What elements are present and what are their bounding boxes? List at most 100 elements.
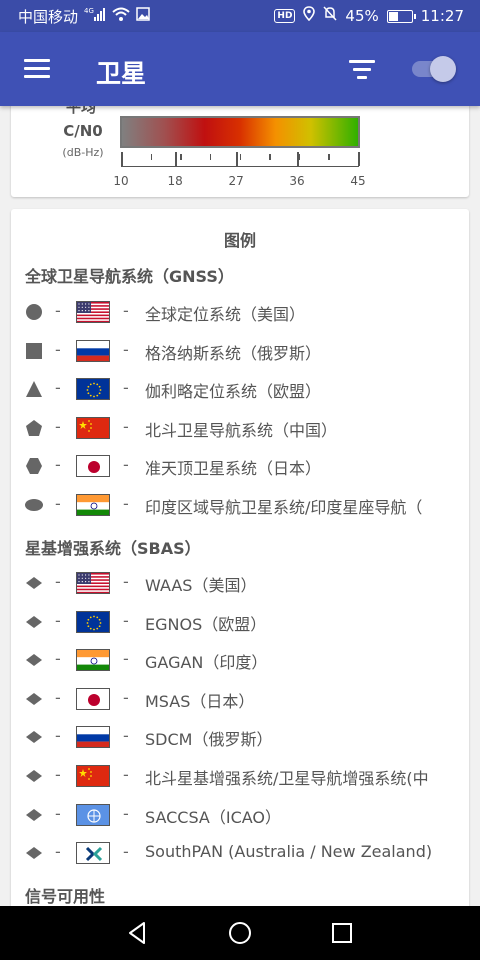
- legend-row: - - 印度区域导航卫星系统/印度星座导航（: [11, 488, 469, 524]
- separator: -: [55, 301, 61, 320]
- cn0-minor-tick: [269, 154, 271, 160]
- cn0-minor-tick: [298, 154, 301, 160]
- legend-label: WAAS（美国）: [145, 576, 257, 595]
- separator: -: [55, 803, 61, 823]
- cn0-axis: [121, 166, 359, 167]
- diamond-shape-icon: [25, 574, 43, 592]
- separator: -: [123, 649, 129, 669]
- diamond-shape-icon: [25, 767, 43, 785]
- cn0-minor-tick: [239, 154, 241, 160]
- legend-row: - - GAGAN（印度）: [11, 643, 469, 679]
- hd-icon: HD: [274, 9, 296, 23]
- diamond-shape-icon: [25, 806, 43, 824]
- separator: -: [55, 765, 61, 784]
- home-icon[interactable]: [225, 918, 255, 948]
- separator: -: [55, 649, 61, 669]
- legend-label: 全球定位系统（美国）: [145, 305, 306, 324]
- legend-label: 准天顶卫星系统（日本）: [145, 459, 322, 479]
- legend-label: SouthPAN (Australia / New Zealand): [145, 842, 433, 862]
- cn0-major-tick: [297, 152, 299, 166]
- carrier-name: 中国移动: [18, 8, 79, 26]
- legend-label: EGNOS（欧盟）: [145, 614, 267, 634]
- filter-icon[interactable]: [349, 60, 375, 80]
- image-icon: [136, 7, 150, 26]
- status-bar: 中国移动 4G HD 45% 11:27: [0, 0, 480, 32]
- cn0-unit: (dB-Hz): [62, 146, 104, 159]
- diamond-shape-icon: [25, 844, 43, 862]
- cn0-card: 平均 C/N0 (dB-Hz) 10 18 27 36 45: [11, 92, 469, 197]
- diamond-shape-icon: [25, 690, 43, 708]
- separator: -: [123, 378, 129, 398]
- flag-china-icon: [76, 416, 110, 439]
- battery-icon: [386, 9, 416, 23]
- circle-shape-icon: [25, 303, 43, 321]
- separator: -: [123, 765, 129, 784]
- legend-label: 格洛纳斯系统（俄罗斯）: [145, 343, 322, 363]
- hexagon-shape-icon: [25, 457, 43, 475]
- wifi-icon: [112, 7, 130, 26]
- legend-label: SACCSA（ICAO）: [145, 807, 282, 827]
- diamond-shape-icon: [25, 613, 43, 631]
- cn0-major-tick: [175, 152, 177, 166]
- legend-row: - - EGNOS（欧盟）: [11, 605, 469, 641]
- flag-usa-icon: [76, 301, 110, 323]
- diamond-shape-icon: [25, 728, 43, 746]
- separator: -: [123, 339, 129, 359]
- flag-usa-icon: [76, 572, 110, 594]
- separator: -: [55, 572, 61, 591]
- legend-row: - - 北斗卫星导航系统（中国）: [11, 411, 469, 447]
- cn0-tick-label: 45: [350, 174, 366, 188]
- cn0-tick-label: 10: [113, 174, 129, 188]
- separator: -: [123, 301, 129, 320]
- legend-card: 图例 全球卫星导航系统（GNSS） - - 全球定位系统（美国） - - 格洛纳斯系统（俄…: [11, 209, 469, 909]
- mute-icon: [323, 6, 337, 26]
- oval-shape-icon: [25, 496, 43, 514]
- flag-china-icon: [76, 765, 110, 787]
- legend-row: - - SouthPAN (Australia / New Zealand): [11, 836, 469, 872]
- toggle-switch[interactable]: [410, 56, 456, 82]
- app-bar: 卫星: [0, 32, 480, 106]
- separator: -: [55, 378, 61, 398]
- cn0-minor-tick: [150, 154, 153, 160]
- legend-label: MSAS（日本）: [145, 691, 255, 711]
- cn0-tick-label: 18: [167, 174, 183, 188]
- clock: 11:27: [420, 7, 464, 25]
- flag-eu-icon: [76, 610, 110, 633]
- separator: -: [123, 416, 129, 436]
- cn0-tick-label: 36: [289, 174, 305, 188]
- cn0-minor-tick: [209, 154, 212, 160]
- legend-label: 北斗星基增强系统/卫星导航增强系统(中: [145, 769, 429, 788]
- legend-label: SDCM（俄罗斯）: [145, 730, 273, 750]
- flag-russia-icon: [76, 726, 110, 749]
- legend-row: - - 格洛纳斯系统（俄罗斯）: [11, 334, 469, 370]
- legend-row: - - 全球定位系统（美国）: [11, 295, 469, 331]
- cn0-major-tick: [236, 152, 238, 166]
- flag-icao-icon: [76, 803, 110, 826]
- flag-japan-icon: [76, 455, 110, 478]
- signal-icon: 4G: [84, 7, 106, 26]
- separator: -: [123, 687, 129, 707]
- diamond-shape-icon: [25, 651, 43, 669]
- legend-row: - - 准天顶卫星系统（日本）: [11, 449, 469, 485]
- recents-icon[interactable]: [327, 918, 357, 948]
- flag-russia-icon: [76, 339, 110, 362]
- cn0-major-tick: [358, 152, 360, 166]
- menu-icon[interactable]: [24, 59, 50, 79]
- legend-row: - - MSAS（日本）: [11, 682, 469, 718]
- navigation-bar: [0, 906, 480, 960]
- back-icon[interactable]: [123, 918, 153, 948]
- legend-row: - - SACCSA（ICAO）: [11, 798, 469, 834]
- location-icon: [303, 6, 316, 26]
- legend-label: 印度区域导航卫星系统/印度星座导航（: [145, 498, 423, 517]
- cn0-major-tick: [121, 152, 123, 166]
- flag-eu-icon: [76, 378, 110, 401]
- toggle-thumb: [430, 56, 456, 82]
- signal-heading: 信号可用性: [25, 887, 106, 906]
- legend-row: - - 北斗星基增强系统/卫星导航增强系统(中: [11, 759, 469, 795]
- legend-row: - - WAAS（美国）: [11, 566, 469, 602]
- legend-row: - - SDCM（俄罗斯）: [11, 720, 469, 756]
- separator: -: [55, 842, 61, 862]
- legend-row: - - 伽利略定位系统（欧盟）: [11, 372, 469, 408]
- legend-label: 伽利略定位系统（欧盟）: [145, 382, 322, 402]
- sbas-heading: 星基增强系统（SBAS）: [25, 539, 201, 558]
